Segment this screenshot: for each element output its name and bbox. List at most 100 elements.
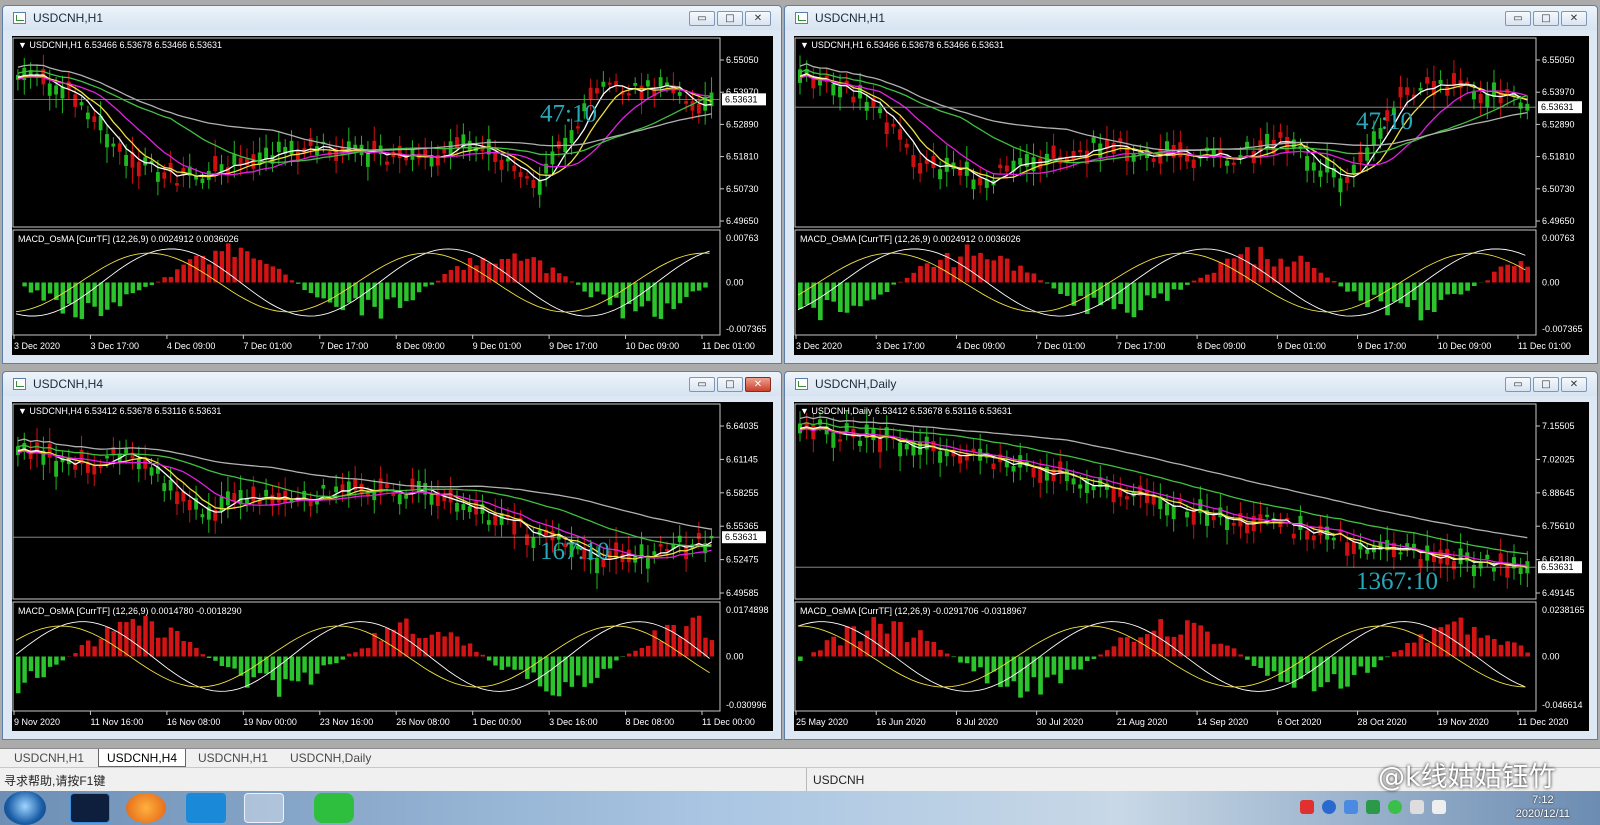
close-button[interactable]: ✕ <box>1561 377 1587 392</box>
cloud-app-taskbar-icon[interactable] <box>186 793 226 823</box>
window-titlebar[interactable]: USDCNH,H1 ▭ □ ✕ <box>785 6 1597 30</box>
ma-gray-line <box>17 438 712 530</box>
price-label: 6.55050 <box>726 55 759 65</box>
macd-info: MACD_OsMA [CurrTF] (12,26,9) -0.0291706 … <box>800 606 1027 616</box>
macd-histogram-bar <box>1265 656 1270 676</box>
macd-histogram-bar <box>871 282 877 300</box>
window-titlebar[interactable]: USDCNH,H4 ▭ □ ✕ <box>3 372 781 396</box>
close-button[interactable]: ✕ <box>1561 11 1587 26</box>
macd-histogram-bar <box>1291 261 1297 283</box>
macd-histogram-bar <box>276 656 282 697</box>
macd-histogram-bar <box>143 282 148 287</box>
time-label: 8 Dec 09:00 <box>1197 341 1246 351</box>
minimize-button[interactable]: ▭ <box>1505 11 1531 26</box>
candle-body <box>461 504 466 510</box>
mdi-workspace: USDCNH,H1 ▭ □ ✕ 6.55050 6.53970 6.52890 6.5… <box>0 0 1600 748</box>
macd-histogram-bar <box>232 256 237 283</box>
macd-histogram-bar <box>1205 274 1210 283</box>
system-clock[interactable]: 7:12 2020/12/11 <box>1516 793 1570 821</box>
window-titlebar[interactable]: USDCNH,Daily ▭ □ ✕ <box>785 372 1597 396</box>
macd-histogram-bar <box>1505 264 1510 283</box>
macd-histogram-bar <box>1351 656 1357 675</box>
macd-histogram-bar <box>918 266 923 283</box>
macd-histogram-bar <box>1111 646 1117 657</box>
chart-window-usdcnh-daily[interactable]: USDCNH,Daily ▭ □ ✕ 7.15505 7.02025 6.88645… <box>784 371 1598 740</box>
candle-body <box>1338 178 1343 193</box>
time-label: 10 Dec 09:00 <box>626 341 680 351</box>
tab-usdcnh-daily[interactable]: USDCNH,Daily <box>282 749 379 767</box>
price-label: 7.15505 <box>1542 421 1575 431</box>
minimize-button[interactable]: ▭ <box>1505 377 1531 392</box>
macd-histogram-bar <box>1218 262 1224 283</box>
macd-histogram-bar <box>117 282 123 307</box>
candle-body <box>162 483 167 492</box>
macd-histogram-bar <box>1225 645 1230 657</box>
chart-area[interactable]: 7.15505 7.02025 6.88645 6.75610 6.62180 6.491… <box>794 402 1589 731</box>
macd-histogram-bar <box>944 653 950 657</box>
macd-histogram-bar <box>1098 654 1103 657</box>
maximize-button[interactable]: □ <box>717 11 743 26</box>
candle-body <box>639 85 644 100</box>
candle-body <box>1398 86 1403 98</box>
tab-usdcnh-h4[interactable]: USDCNH,H4 <box>98 749 187 767</box>
antivirus-tray-icon[interactable] <box>1300 800 1314 814</box>
chart-area[interactable]: 6.64035 6.61145 6.58255 6.55365 6.52475 6.495… <box>12 402 773 731</box>
macd-histogram-bar <box>1098 282 1103 306</box>
macd-histogram-bar <box>506 656 511 667</box>
macd-histogram-bar <box>838 282 843 313</box>
macd-histogram-bar <box>646 645 651 657</box>
macd-histogram-bar <box>1478 637 1484 657</box>
chart-window-usdcnh-h1-left[interactable]: USDCNH,H1 ▭ □ ✕ 6.55050 6.53970 6.52890 6.5… <box>2 5 782 364</box>
photoshop-taskbar-icon[interactable] <box>70 793 110 823</box>
help-tray-icon[interactable] <box>1322 800 1336 814</box>
macd-histogram-bar <box>1011 270 1017 283</box>
candle-body <box>1144 489 1149 504</box>
macd-histogram-bar <box>1318 272 1324 283</box>
candle-body <box>232 153 237 165</box>
tab-usdcnh-h1[interactable]: USDCNH,H1 <box>6 749 92 767</box>
candle-body <box>998 164 1003 169</box>
macd-histogram-bar <box>1058 656 1063 684</box>
macd-histogram-bar <box>931 266 937 283</box>
wechat-tray-icon[interactable] <box>1388 800 1402 814</box>
candle-body <box>904 443 909 450</box>
macd-histogram-bar <box>838 645 843 657</box>
minimize-button[interactable]: ▭ <box>689 377 715 392</box>
chart-window-usdcnh-h1-right[interactable]: USDCNH,H1 ▭ □ ✕ 6.55050 6.53970 6.52890 6.5… <box>784 5 1598 364</box>
trading-terminal-taskbar-icon[interactable] <box>244 793 284 823</box>
chart-area[interactable]: 6.55050 6.53970 6.52890 6.51810 6.50730 6.496… <box>12 36 773 355</box>
signal-tray-icon[interactable] <box>1410 800 1424 814</box>
candle-body <box>696 103 701 114</box>
macd-histogram-bar <box>1165 636 1170 657</box>
price-label: 6.52890 <box>1542 119 1575 129</box>
shield-tray-icon[interactable] <box>1366 800 1380 814</box>
wechat-taskbar-icon[interactable] <box>314 793 354 823</box>
macd-histogram-bar <box>385 282 390 300</box>
window-titlebar[interactable]: USDCNH,H1 ▭ □ ✕ <box>3 6 781 30</box>
macd-histogram-bar <box>652 630 657 657</box>
maximize-button[interactable]: □ <box>1533 377 1559 392</box>
tab-usdcnh-h1-2[interactable]: USDCNH,H1 <box>190 749 276 767</box>
candle-body <box>684 101 688 104</box>
maximize-button[interactable]: □ <box>717 377 743 392</box>
macd-histogram-bar <box>938 649 943 657</box>
minimize-button[interactable]: ▭ <box>689 11 715 26</box>
macd-histogram-bar <box>168 627 174 657</box>
maximize-button[interactable]: □ <box>1533 11 1559 26</box>
macd-histogram-bar <box>1471 282 1477 287</box>
start-button[interactable] <box>4 791 46 825</box>
macd-histogram-bar <box>1525 266 1530 283</box>
candle-body <box>1351 541 1356 554</box>
candle-body <box>1038 158 1043 169</box>
candle-body <box>1111 142 1116 154</box>
bird-app-taskbar-icon[interactable] <box>126 793 166 823</box>
chart-area[interactable]: 6.55050 6.53970 6.52890 6.51810 6.50730 6.496… <box>794 36 1589 355</box>
network-tray-icon[interactable] <box>1344 800 1358 814</box>
close-button[interactable]: ✕ <box>745 11 771 26</box>
macd-histogram-bar <box>918 630 923 657</box>
volume-tray-icon[interactable] <box>1432 800 1446 814</box>
close-button[interactable]: ✕ <box>745 377 771 392</box>
chart-window-usdcnh-h4[interactable]: USDCNH,H4 ▭ □ ✕ 6.64035 6.61145 6.58255 6.5… <box>2 371 782 740</box>
macd-histogram-bar <box>22 656 27 683</box>
macd-histogram-bar <box>404 282 409 302</box>
